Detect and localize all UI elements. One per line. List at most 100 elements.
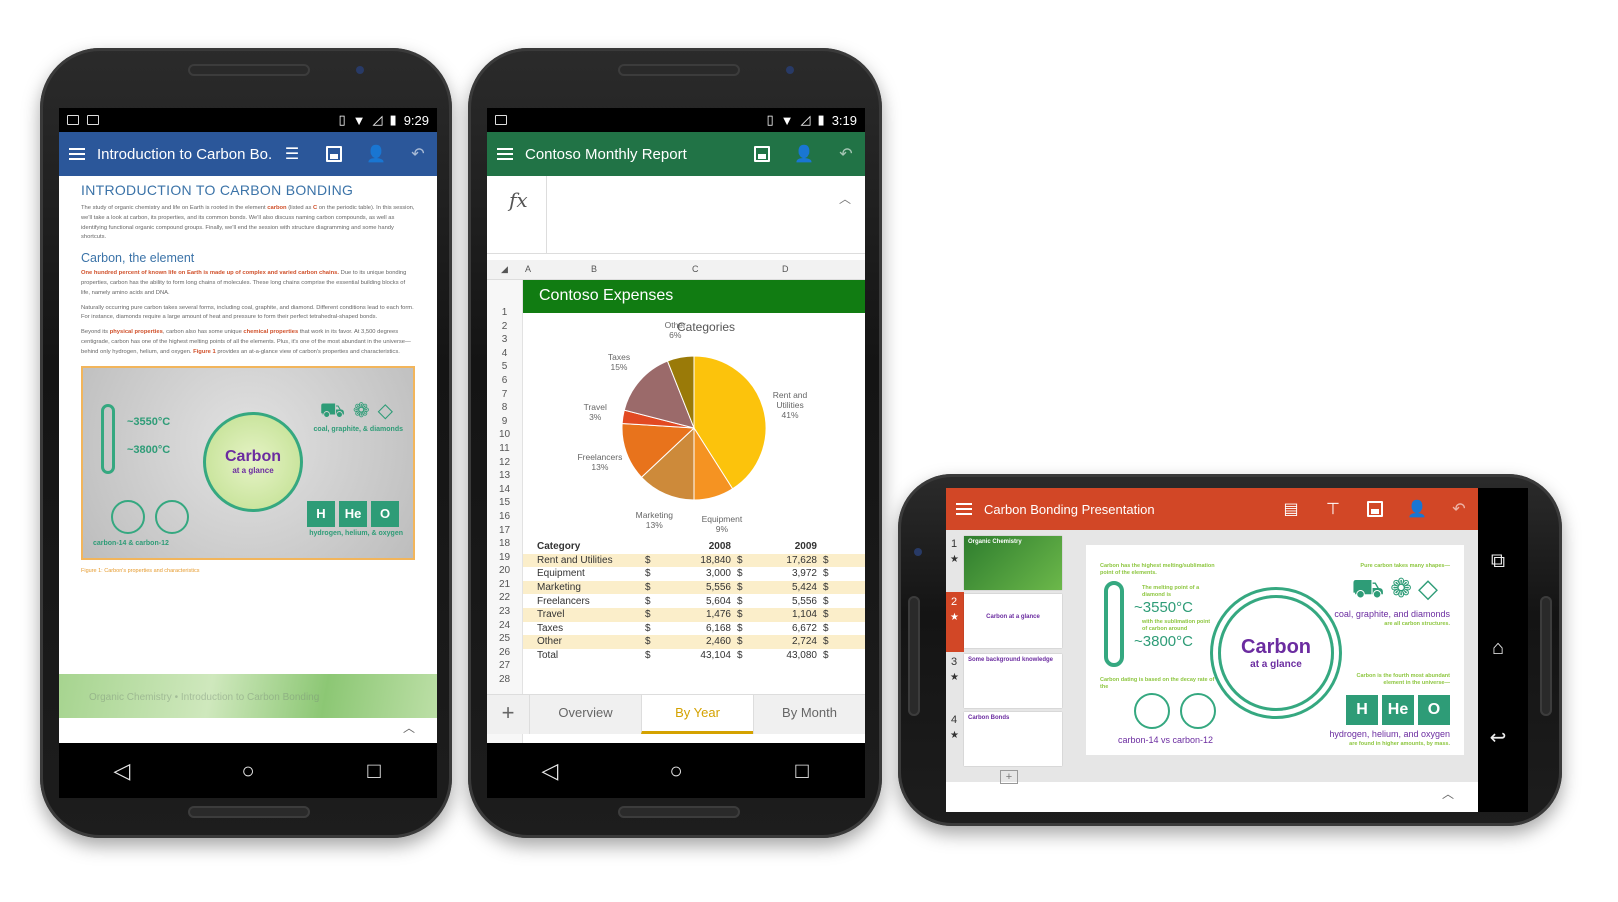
share-icon[interactable]: 👤 bbox=[794, 145, 814, 163]
cell-currency[interactable]: $ bbox=[645, 568, 675, 579]
cell-2008[interactable]: 3,000 bbox=[675, 568, 731, 579]
recents-button[interactable]: □ bbox=[782, 758, 822, 784]
recents-button[interactable]: ⧉ bbox=[1491, 550, 1505, 573]
row-header[interactable]: 1 bbox=[487, 306, 522, 320]
cell-2008[interactable]: 18,840 bbox=[675, 555, 731, 566]
row-header[interactable]: 27 bbox=[487, 659, 522, 673]
document-body[interactable]: INTRODUCTION TO CARBON BONDING The study… bbox=[59, 176, 437, 743]
row-header[interactable]: 18 bbox=[487, 537, 522, 551]
table-row[interactable]: Taxes $6,168 $6,672 $ bbox=[523, 622, 865, 636]
row-header[interactable]: 26 bbox=[487, 646, 522, 660]
undo-icon[interactable]: ↶ bbox=[409, 145, 427, 163]
row-header[interactable]: 12 bbox=[487, 456, 522, 470]
cell-2009[interactable]: 6,672 bbox=[761, 623, 817, 634]
column-header[interactable]: C bbox=[692, 264, 699, 274]
cell-2009[interactable]: 2,724 bbox=[761, 636, 817, 647]
cell-currency[interactable]: $ bbox=[817, 596, 847, 607]
recents-button[interactable]: □ bbox=[354, 758, 394, 784]
save-icon[interactable] bbox=[753, 145, 771, 163]
cell-category[interactable]: Taxes bbox=[523, 623, 645, 634]
row-header[interactable]: 28 bbox=[487, 673, 522, 687]
row-header[interactable]: 22 bbox=[487, 591, 522, 605]
cell-category[interactable]: Freelancers bbox=[523, 596, 645, 607]
back-button[interactable]: ◁ bbox=[530, 758, 570, 784]
share-icon[interactable]: 👤 bbox=[1407, 500, 1427, 518]
cell-currency[interactable]: $ bbox=[645, 623, 675, 634]
row-header[interactable]: 7 bbox=[487, 388, 522, 402]
row-header[interactable]: 4 bbox=[487, 347, 522, 361]
cell-currency[interactable]: $ bbox=[731, 609, 761, 620]
cell-currency[interactable]: $ bbox=[645, 609, 675, 620]
chevron-up-icon[interactable]: ︿ bbox=[1442, 785, 1454, 802]
cell-category[interactable]: Other bbox=[523, 636, 645, 647]
slide-thumbnail-3[interactable]: 3 ★ Some background knowledge bbox=[946, 652, 1068, 712]
cell-currency[interactable]: $ bbox=[645, 596, 675, 607]
row-header[interactable]: 17 bbox=[487, 524, 522, 538]
table-row[interactable]: Travel $1,476 $1,104 $ bbox=[523, 607, 865, 622]
cell-currency[interactable]: $ bbox=[645, 650, 675, 661]
cell-2009[interactable]: 5,556 bbox=[761, 596, 817, 607]
cell-currency[interactable]: $ bbox=[645, 555, 675, 566]
table-row[interactable]: Equipment $3,000 $3,972 $ bbox=[523, 567, 865, 581]
cell-2009[interactable]: 3,972 bbox=[761, 568, 817, 579]
row-header[interactable]: 23 bbox=[487, 605, 522, 619]
cell-currency[interactable]: $ bbox=[817, 582, 847, 593]
tab-overview[interactable]: Overview bbox=[529, 695, 641, 734]
notes-icon[interactable]: ▤ bbox=[1282, 500, 1300, 518]
current-slide[interactable]: Carbon has the highest melting/sublimati… bbox=[1086, 545, 1464, 755]
table-row[interactable]: Rent and Utilities $18,840 $17,628 $ bbox=[523, 553, 865, 568]
table-row[interactable]: Marketing $5,556 $5,424 $ bbox=[523, 580, 865, 595]
home-button[interactable]: ○ bbox=[228, 758, 268, 784]
cell-currency[interactable]: $ bbox=[645, 636, 675, 647]
home-button[interactable]: ⌂ bbox=[1492, 637, 1504, 660]
row-header[interactable]: 9 bbox=[487, 415, 522, 429]
cell-currency[interactable]: $ bbox=[817, 555, 847, 566]
save-icon[interactable] bbox=[1366, 500, 1384, 518]
cell-2009[interactable]: 17,628 bbox=[761, 555, 817, 566]
row-header[interactable]: 6 bbox=[487, 374, 522, 388]
column-header[interactable]: D bbox=[782, 264, 789, 274]
cell-2008[interactable]: 1,476 bbox=[675, 609, 731, 620]
formula-bar[interactable]: fx ︿ bbox=[487, 176, 865, 254]
pie-chart[interactable]: Categories Rent and Utilities 41% Equipmen… bbox=[537, 320, 857, 535]
tab-by-year[interactable]: By Year bbox=[641, 695, 753, 734]
cell-currency[interactable]: $ bbox=[817, 636, 847, 647]
row-header[interactable]: 2 bbox=[487, 320, 522, 334]
table-row[interactable]: Other $2,460 $2,724 $ bbox=[523, 635, 865, 649]
undo-icon[interactable]: ↶ bbox=[837, 145, 855, 163]
menu-icon[interactable] bbox=[69, 148, 85, 160]
cell-currency[interactable]: $ bbox=[731, 636, 761, 647]
cell-category[interactable]: Travel bbox=[523, 609, 645, 620]
cell-currency[interactable]: $ bbox=[731, 596, 761, 607]
back-button[interactable]: ↩ bbox=[1490, 725, 1507, 750]
cell-2008[interactable]: 5,604 bbox=[675, 596, 731, 607]
row-header[interactable]: 19 bbox=[487, 551, 522, 565]
cell-2009[interactable]: 43,080 bbox=[761, 650, 817, 661]
slide-thumbnail-2[interactable]: 2 ★ Carbon at a glance bbox=[946, 592, 1068, 652]
cell-currency[interactable]: $ bbox=[731, 568, 761, 579]
select-all-corner[interactable]: ◢ bbox=[501, 264, 508, 275]
cell-2008[interactable]: 43,104 bbox=[675, 650, 731, 661]
menu-icon[interactable] bbox=[956, 503, 972, 515]
row-header[interactable]: 16 bbox=[487, 510, 522, 524]
add-sheet-button[interactable]: + bbox=[487, 695, 529, 734]
cell-currency[interactable]: $ bbox=[731, 623, 761, 634]
cell-category[interactable]: Marketing bbox=[523, 582, 645, 593]
add-slide-button[interactable]: + bbox=[1000, 770, 1018, 784]
table-row[interactable]: Freelancers $5,604 $5,556 $ bbox=[523, 594, 865, 608]
row-header[interactable]: 24 bbox=[487, 619, 522, 633]
row-header[interactable]: 5 bbox=[487, 360, 522, 374]
cell-currency[interactable]: $ bbox=[817, 650, 847, 661]
cell-currency[interactable]: $ bbox=[731, 555, 761, 566]
slide-thumbnail-4[interactable]: 4 ★ Carbon Bonds bbox=[946, 710, 1068, 770]
chevron-up-icon[interactable]: ︿ bbox=[839, 190, 851, 207]
cell-category[interactable]: Total bbox=[523, 650, 645, 661]
row-header[interactable]: 10 bbox=[487, 428, 522, 442]
undo-icon[interactable]: ↶ bbox=[1450, 500, 1468, 518]
read-mode-icon[interactable]: ☰ bbox=[283, 145, 301, 163]
column-header[interactable]: A bbox=[525, 264, 531, 274]
tab-by-month[interactable]: By Month bbox=[753, 695, 865, 734]
cell-currency[interactable]: $ bbox=[817, 568, 847, 579]
column-header[interactable]: B bbox=[591, 264, 597, 274]
row-header[interactable]: 25 bbox=[487, 632, 522, 646]
